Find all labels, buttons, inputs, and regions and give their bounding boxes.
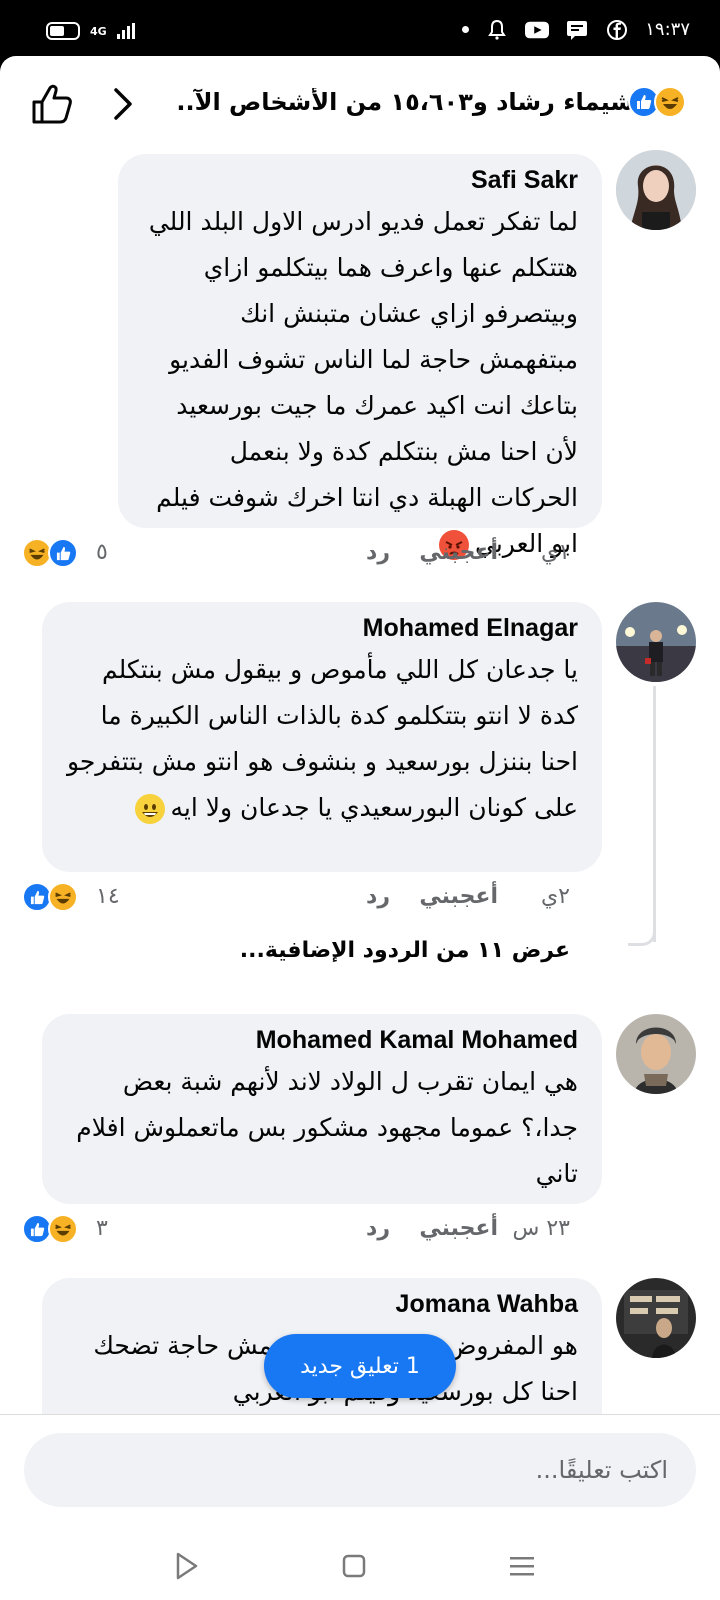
signal-icon bbox=[116, 23, 135, 39]
comment-body: لما تفكر تعمل فديو ادرس الاول البلد اللي… bbox=[148, 207, 578, 558]
comment-input[interactable] bbox=[52, 1456, 668, 1484]
reaction-count[interactable]: ٥ bbox=[96, 540, 108, 565]
system-nav-bar bbox=[0, 1534, 720, 1600]
comment-meta: ١ي أعجبني رد ٥ bbox=[0, 534, 720, 574]
comment-composer[interactable] bbox=[24, 1433, 696, 1507]
dot-icon bbox=[462, 26, 470, 33]
thread-line bbox=[653, 686, 656, 942]
network-type: 4G bbox=[90, 24, 107, 38]
thread-elbow bbox=[628, 922, 656, 946]
message-icon bbox=[565, 20, 589, 40]
avatar[interactable] bbox=[616, 602, 696, 682]
thumbs-up-icon[interactable] bbox=[30, 82, 74, 126]
clock: ١٩:٣٧ bbox=[645, 19, 690, 40]
haha-reaction-icon bbox=[654, 86, 686, 118]
reply-button[interactable]: رد bbox=[366, 540, 390, 565]
back-triangle-icon[interactable] bbox=[168, 1548, 204, 1584]
view-more-replies-link[interactable]: عرض ١١ من الردود الإضافية... bbox=[240, 938, 570, 963]
battery-icon bbox=[46, 22, 80, 40]
comment-author[interactable]: Mohamed Elnagar bbox=[66, 614, 578, 643]
reply-button[interactable]: رد bbox=[366, 1216, 390, 1241]
comment-bubble: Safi Sakr لما تفكر تعمل فديو ادرس الاول … bbox=[118, 154, 602, 560]
notification-bell-icon bbox=[485, 19, 509, 40]
like-button[interactable]: أعجبني bbox=[419, 1216, 498, 1241]
comment-bubble: Mohamed Kamal Mohamed هي ايمان تقرب ل ال… bbox=[42, 1014, 602, 1204]
comment-reactions[interactable] bbox=[22, 538, 78, 568]
comment-author[interactable]: Mohamed Kamal Mohamed bbox=[66, 1026, 578, 1055]
avatar[interactable] bbox=[616, 150, 696, 230]
comments-sheet: شيماء رشاد و١٥،٦٠٣ من الأشخاص الآ... Saf… bbox=[0, 56, 720, 1600]
home-square-icon[interactable] bbox=[336, 1548, 372, 1584]
comment-time[interactable]: ٢ي bbox=[541, 884, 570, 909]
status-bar: 4G ١٩:٣٧ bbox=[0, 0, 720, 56]
menu-icon[interactable] bbox=[504, 1548, 540, 1584]
comment-meta: ٢٣ س أعجبني رد ٣ bbox=[0, 1210, 720, 1250]
reactions-title[interactable]: شيماء رشاد و١٥،٦٠٣ من الأشخاص الآ... bbox=[174, 88, 634, 116]
like-button[interactable]: أعجبني bbox=[419, 540, 498, 565]
status-left: 4G bbox=[46, 22, 135, 40]
comment-bubble: Mohamed Elnagar يا جدعان كل اللي مأموص و… bbox=[42, 602, 602, 872]
like-button[interactable]: أعجبني bbox=[419, 884, 498, 909]
avatar[interactable] bbox=[616, 1278, 696, 1358]
reaction-count[interactable]: ١٤ bbox=[96, 884, 120, 909]
status-right: ١٩:٣٧ bbox=[462, 19, 690, 40]
grin-emoji-icon bbox=[134, 794, 165, 824]
header-reactions bbox=[628, 86, 686, 118]
comment-composer-bar bbox=[0, 1414, 720, 1534]
new-comment-button[interactable]: 1 تعليق جديد bbox=[264, 1334, 456, 1398]
like-reaction-icon bbox=[48, 538, 78, 568]
comment-meta: ٢ي أعجبني رد ١٤ bbox=[0, 878, 720, 918]
youtube-icon bbox=[525, 21, 550, 39]
comment-reactions[interactable] bbox=[22, 882, 78, 912]
reply-button[interactable]: رد bbox=[366, 884, 390, 909]
haha-reaction-icon bbox=[48, 882, 78, 912]
avatar[interactable] bbox=[616, 1014, 696, 1094]
comment-time[interactable]: ١ي bbox=[541, 540, 570, 565]
comment-text: يا جدعان كل اللي مأموص و بيقول مش بنتكلم… bbox=[66, 647, 578, 831]
comment-author[interactable]: Jomana Wahba bbox=[66, 1290, 578, 1319]
reaction-count[interactable]: ٣ bbox=[96, 1216, 108, 1241]
haha-reaction-icon bbox=[48, 1214, 78, 1244]
comment-time[interactable]: ٢٣ س bbox=[513, 1216, 571, 1241]
comment-text: لما تفكر تعمل فديو ادرس الاول البلد اللي… bbox=[142, 199, 578, 567]
comment-reactions[interactable] bbox=[22, 1214, 78, 1244]
chevron-right-icon[interactable] bbox=[108, 84, 138, 124]
sheet-header: شيماء رشاد و١٥،٦٠٣ من الأشخاص الآ... bbox=[0, 56, 720, 152]
facebook-icon bbox=[605, 19, 629, 40]
comment-author[interactable]: Safi Sakr bbox=[142, 166, 578, 195]
comment-text: هي ايمان تقرب ل الولاد لاند لأنهم شبة بع… bbox=[76, 1067, 578, 1188]
